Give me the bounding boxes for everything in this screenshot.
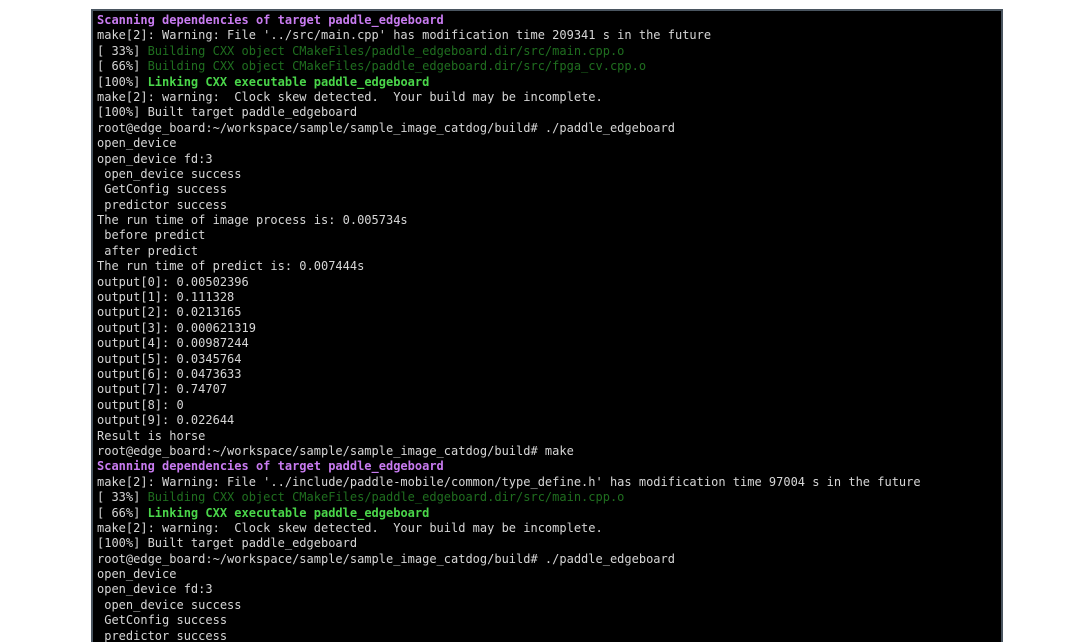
terminal-line: predictor success — [97, 629, 1001, 642]
terminal-text-segment: predictor success — [97, 197, 228, 212]
terminal-line: output[2]: 0.0213165 — [97, 305, 1001, 320]
terminal-text-segment: open_device fd:3 — [97, 582, 213, 597]
terminal-line: open_device fd:3 — [97, 152, 1001, 167]
terminal-text-segment: before predict — [97, 228, 206, 243]
terminal-line: The run time of predict is: 0.007444s — [97, 259, 1001, 274]
terminal-text-segment: open_device — [97, 136, 177, 151]
terminal-text-segment: [100%] Built target paddle_edgeboard — [97, 536, 358, 551]
terminal-line: The run time of image process is: 0.0057… — [97, 213, 1001, 228]
terminal-line: make[2]: warning: Clock skew detected. Y… — [97, 90, 1001, 105]
terminal-line: make[2]: Warning: File '../src/main.cpp'… — [97, 28, 1001, 43]
terminal-text-segment: Linking CXX executable paddle_edgeboard — [147, 74, 430, 89]
terminal-line: make[2]: warning: Clock skew detected. Y… — [97, 521, 1001, 536]
terminal-line: before predict — [97, 228, 1001, 243]
terminal-line: make[2]: Warning: File '../include/paddl… — [97, 475, 1001, 490]
terminal-line: GetConfig success — [97, 613, 1001, 628]
terminal-text-segment: predictor success — [97, 628, 228, 642]
terminal-text-segment: The run time of image process is: 0.0057… — [97, 213, 408, 228]
terminal-line: Result is horse — [97, 429, 1001, 444]
terminal-text-segment: output[6]: 0.0473633 — [97, 366, 242, 381]
terminal-line: [100%] Built target paddle_edgeboard — [97, 105, 1001, 120]
terminal-text-segment: Scanning dependencies of target paddle_e… — [97, 13, 444, 27]
terminal-text-segment: make[2]: Warning: File '../include/paddl… — [97, 474, 921, 489]
terminal-text-segment: make[2]: warning: Clock skew detected. Y… — [97, 89, 603, 104]
terminal-window: Scanning dependencies of target paddle_e… — [91, 9, 1003, 642]
terminal-text-segment: output[2]: 0.0213165 — [97, 305, 242, 320]
terminal-line: root@edge_board:~/workspace/sample/sampl… — [97, 444, 1001, 459]
terminal-text-segment: Result is horse — [97, 428, 206, 443]
terminal-text-segment: output[3]: 0.000621319 — [97, 320, 256, 335]
terminal-text-segment: [ 33%] — [97, 43, 148, 58]
terminal-line: [100%] Built target paddle_edgeboard — [97, 536, 1001, 551]
terminal-text-segment: GetConfig success — [97, 182, 228, 197]
terminal-line: output[9]: 0.022644 — [97, 413, 1001, 428]
terminal-line: output[6]: 0.0473633 — [97, 367, 1001, 382]
terminal-line: [100%] Linking CXX executable paddle_edg… — [97, 75, 1001, 90]
terminal-output[interactable]: Scanning dependencies of target paddle_e… — [93, 11, 1001, 642]
terminal-text-segment: make[2]: Warning: File '../src/main.cpp'… — [97, 28, 712, 43]
terminal-text-segment: [ 33%] — [97, 490, 148, 505]
terminal-text-segment: [100%] — [97, 74, 148, 89]
terminal-text-segment: The run time of predict is: 0.007444s — [97, 259, 365, 274]
terminal-line: [ 33%] Building CXX object CMakeFiles/pa… — [97, 44, 1001, 59]
terminal-line: output[0]: 0.00502396 — [97, 275, 1001, 290]
terminal-text-segment: open_device fd:3 — [97, 151, 213, 166]
terminal-text-segment: [ 66%] — [97, 59, 148, 74]
terminal-line: output[5]: 0.0345764 — [97, 352, 1001, 367]
terminal-text-segment: after predict — [97, 243, 199, 258]
terminal-text-segment: root@edge_board:~/workspace/sample/sampl… — [97, 120, 675, 135]
terminal-line: Scanning dependencies of target paddle_e… — [97, 13, 1001, 28]
terminal-line: output[7]: 0.74707 — [97, 382, 1001, 397]
terminal-text-segment: open_device success — [97, 166, 242, 181]
terminal-text-segment: [100%] Built target paddle_edgeboard — [97, 105, 358, 120]
terminal-line: Scanning dependencies of target paddle_e… — [97, 459, 1001, 474]
terminal-text-segment: open_device — [97, 567, 177, 582]
terminal-line: output[4]: 0.00987244 — [97, 336, 1001, 351]
terminal-line: [ 33%] Building CXX object CMakeFiles/pa… — [97, 490, 1001, 505]
terminal-text-segment: output[9]: 0.022644 — [97, 413, 235, 428]
terminal-text-segment: output[4]: 0.00987244 — [97, 336, 249, 351]
terminal-text-segment: Linking CXX executable paddle_edgeboard — [147, 505, 430, 520]
terminal-line: output[1]: 0.111328 — [97, 290, 1001, 305]
terminal-line: open_device success — [97, 167, 1001, 182]
terminal-line: after predict — [97, 244, 1001, 259]
terminal-text-segment: output[0]: 0.00502396 — [97, 274, 249, 289]
terminal-line: open_device success — [97, 598, 1001, 613]
terminal-text-segment: Building CXX object CMakeFiles/paddle_ed… — [147, 43, 625, 58]
terminal-text-segment: Building CXX object CMakeFiles/paddle_ed… — [147, 59, 647, 74]
terminal-text-segment: [ 66%] — [97, 505, 148, 520]
terminal-line: [ 66%] Building CXX object CMakeFiles/pa… — [97, 59, 1001, 74]
terminal-text-segment: Scanning dependencies of target paddle_e… — [97, 459, 444, 474]
terminal-line: root@edge_board:~/workspace/sample/sampl… — [97, 552, 1001, 567]
terminal-text-segment: Building CXX object CMakeFiles/paddle_ed… — [147, 490, 625, 505]
terminal-line: output[3]: 0.000621319 — [97, 321, 1001, 336]
terminal-line: output[8]: 0 — [97, 398, 1001, 413]
terminal-text-segment: GetConfig success — [97, 613, 228, 628]
terminal-text-segment: root@edge_board:~/workspace/sample/sampl… — [97, 443, 574, 458]
terminal-line: [ 66%] Linking CXX executable paddle_edg… — [97, 506, 1001, 521]
terminal-text-segment: output[5]: 0.0345764 — [97, 351, 242, 366]
terminal-text-segment: root@edge_board:~/workspace/sample/sampl… — [97, 551, 675, 566]
terminal-text-segment: open_device success — [97, 597, 242, 612]
terminal-line: predictor success — [97, 198, 1001, 213]
terminal-line: root@edge_board:~/workspace/sample/sampl… — [97, 121, 1001, 136]
terminal-line: open_device — [97, 136, 1001, 151]
terminal-line: open_device — [97, 567, 1001, 582]
terminal-text-segment: output[8]: 0 — [97, 397, 184, 412]
terminal-line: open_device fd:3 — [97, 582, 1001, 597]
terminal-text-segment: output[1]: 0.111328 — [97, 290, 235, 305]
terminal-text-segment: make[2]: warning: Clock skew detected. Y… — [97, 520, 603, 535]
terminal-text-segment: output[7]: 0.74707 — [97, 382, 228, 397]
terminal-line: GetConfig success — [97, 182, 1001, 197]
